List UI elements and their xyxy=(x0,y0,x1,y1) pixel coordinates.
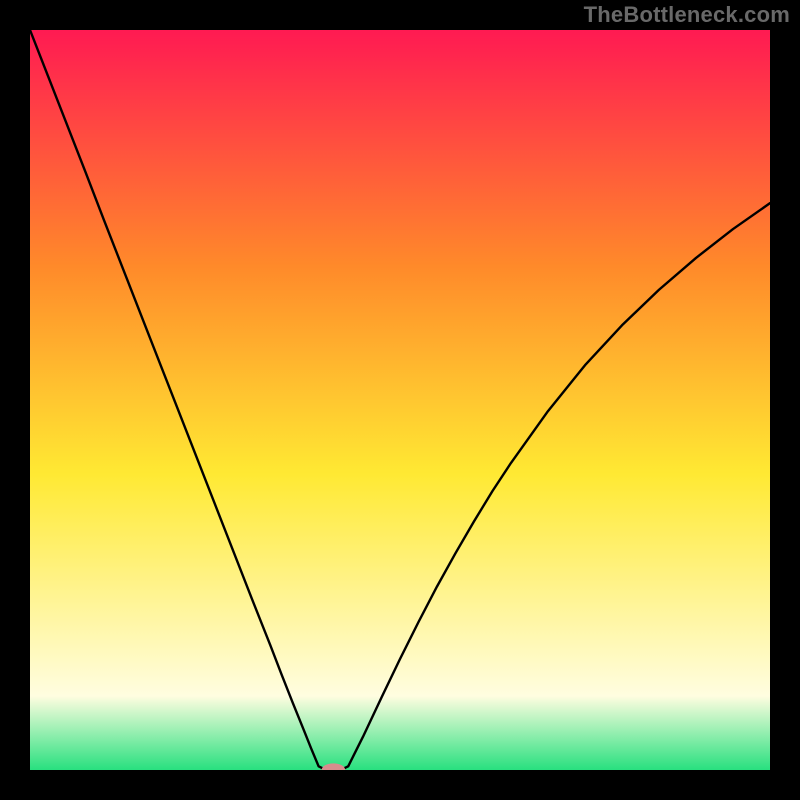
plot-area xyxy=(30,30,770,770)
watermark-text: TheBottleneck.com xyxy=(584,2,790,28)
bottleneck-curve-chart xyxy=(30,30,770,770)
chart-frame: TheBottleneck.com xyxy=(0,0,800,800)
